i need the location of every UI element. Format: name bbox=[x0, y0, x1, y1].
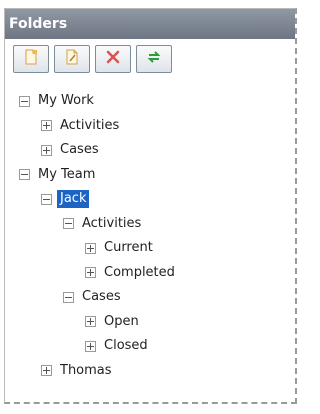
expand-icon[interactable] bbox=[85, 242, 96, 254]
tree-node-label[interactable]: Cases bbox=[57, 141, 102, 159]
collapse-icon[interactable] bbox=[41, 193, 52, 205]
refresh-button[interactable] bbox=[136, 45, 172, 73]
tree-node-thomas[interactable]: Thomas bbox=[5, 359, 295, 384]
tree-node-jack-activities-completed[interactable]: Completed bbox=[5, 261, 295, 286]
expand-icon[interactable] bbox=[85, 340, 96, 352]
expand-icon[interactable] bbox=[41, 120, 52, 132]
tree-node-label[interactable]: Activities bbox=[79, 215, 144, 233]
tree-node-jack[interactable]: Jack bbox=[5, 187, 295, 212]
delete-folder-button[interactable] bbox=[95, 45, 131, 73]
folder-tree: My Work Activities Cases My Team Jack Ac… bbox=[5, 79, 295, 383]
tree-node-jack-cases[interactable]: Cases bbox=[5, 285, 295, 310]
tree-node-my-team[interactable]: My Team bbox=[5, 163, 295, 188]
tree-node-label[interactable]: Activities bbox=[57, 117, 122, 135]
collapse-icon[interactable] bbox=[19, 169, 30, 181]
new-folder-icon bbox=[23, 49, 39, 69]
folder-toolbar bbox=[5, 39, 295, 79]
tree-node-label[interactable]: Current bbox=[101, 239, 156, 257]
tree-node-jack-cases-closed[interactable]: Closed bbox=[5, 334, 295, 359]
tree-node-my-work[interactable]: My Work bbox=[5, 89, 295, 114]
tree-node-label[interactable]: My Team bbox=[35, 166, 98, 184]
tree-node-label-selected[interactable]: Jack bbox=[57, 190, 90, 209]
tree-node-my-work-cases[interactable]: Cases bbox=[5, 138, 295, 163]
refresh-icon bbox=[146, 49, 162, 69]
folders-panel: Folders My Work Activities Cases My Team… bbox=[4, 8, 297, 404]
tree-node-label[interactable]: Open bbox=[101, 313, 142, 331]
expand-icon[interactable] bbox=[41, 144, 52, 156]
tree-node-label[interactable]: Completed bbox=[101, 264, 178, 282]
new-folder-button[interactable] bbox=[13, 45, 49, 73]
expand-icon[interactable] bbox=[85, 316, 96, 328]
tree-node-my-work-activities[interactable]: Activities bbox=[5, 114, 295, 139]
tree-node-label[interactable]: My Work bbox=[35, 92, 97, 110]
tree-node-jack-cases-open[interactable]: Open bbox=[5, 310, 295, 335]
collapse-icon[interactable] bbox=[63, 218, 74, 230]
tree-node-jack-activities[interactable]: Activities bbox=[5, 212, 295, 237]
collapse-icon[interactable] bbox=[19, 95, 30, 107]
expand-icon[interactable] bbox=[85, 267, 96, 279]
tree-node-label[interactable]: Cases bbox=[79, 288, 124, 306]
delete-icon bbox=[105, 49, 121, 69]
tree-node-jack-activities-current[interactable]: Current bbox=[5, 236, 295, 261]
panel-title: Folders bbox=[5, 9, 295, 39]
tree-node-label[interactable]: Thomas bbox=[57, 362, 115, 380]
collapse-icon[interactable] bbox=[63, 291, 74, 303]
rename-folder-icon bbox=[64, 49, 80, 69]
rename-folder-button[interactable] bbox=[54, 45, 90, 73]
tree-node-label[interactable]: Closed bbox=[101, 337, 151, 355]
expand-icon[interactable] bbox=[41, 365, 52, 377]
